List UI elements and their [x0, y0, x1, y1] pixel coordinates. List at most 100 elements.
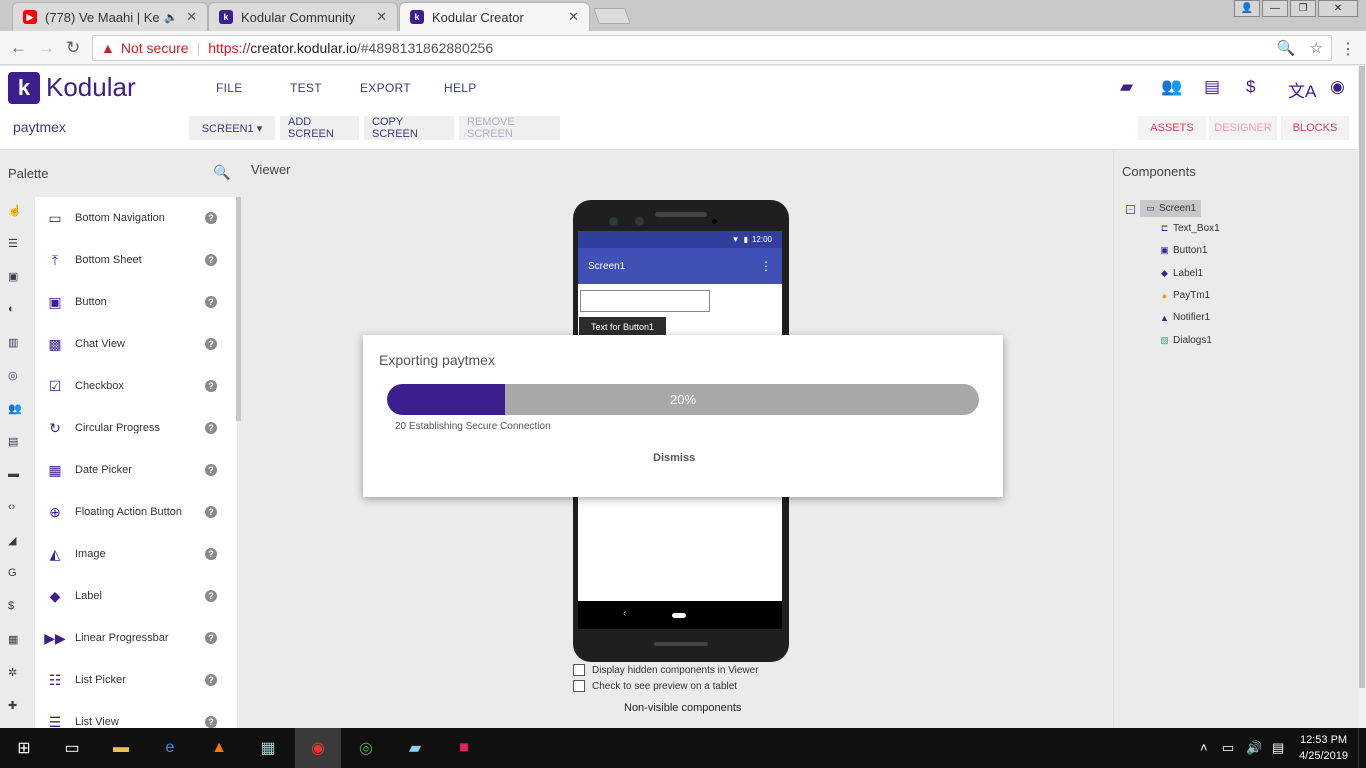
screen-select-dropdown[interactable]: SCREEN1 ▾ [189, 116, 275, 140]
experimental-category-icon[interactable]: ✲ [8, 666, 26, 699]
new-tab-button[interactable] [593, 8, 631, 24]
help-icon[interactable]: ? [205, 590, 217, 602]
palette-item-date-picker[interactable]: ▦ Date Picker? [35, 449, 237, 491]
browser-tab-kodular-creator[interactable]: k Kodular Creator ✕ [399, 2, 590, 31]
help-icon[interactable]: ? [205, 464, 217, 476]
notes-app-icon[interactable]: ▰ [403, 736, 427, 760]
input-indicator-icon[interactable]: ▤ [1272, 740, 1284, 756]
dynamic-category-icon[interactable]: ▦ [8, 633, 26, 666]
remove-screen-button[interactable]: REMOVE SCREEN [459, 116, 560, 140]
add-screen-button[interactable]: ADD SCREEN [280, 116, 359, 140]
help-icon[interactable]: ? [205, 296, 217, 308]
designer-button[interactable]: DESIGNER [1209, 116, 1277, 140]
palette-item-circular-progress[interactable]: ↻ Circular Progress? [35, 407, 237, 449]
copy-screen-button[interactable]: COPY SCREEN [364, 116, 454, 140]
dollar-icon[interactable]: $ [1246, 77, 1255, 97]
collapse-icon[interactable]: − [1126, 205, 1135, 214]
page-scrollbar-thumb[interactable] [1359, 66, 1365, 688]
vlc-icon[interactable]: ▲ [207, 736, 231, 760]
palette-item-chat-view[interactable]: ▩ Chat View? [35, 323, 237, 365]
tree-item-label1[interactable]: ◆ Label1 [1159, 268, 1203, 279]
windows-start-icon[interactable]: ⊞ [12, 736, 36, 760]
network-app-icon[interactable]: ▦ [256, 736, 280, 760]
close-window-icon[interactable]: ✕ [1318, 0, 1358, 17]
volume-icon[interactable]: 🔊 [1246, 740, 1262, 756]
edge-browser-icon[interactable]: e [158, 736, 182, 760]
rss-category-icon[interactable]: ◢ [8, 534, 26, 567]
media-category-icon[interactable]: ▣ [8, 270, 26, 303]
help-icon[interactable]: ? [205, 422, 217, 434]
network-icon[interactable]: ▭ [1222, 740, 1234, 756]
storage-category-icon[interactable]: ▤ [8, 435, 26, 468]
minimize-icon[interactable]: — [1262, 0, 1288, 17]
browser-menu-icon[interactable]: ⋮ [1340, 39, 1356, 59]
url-field[interactable]: ▲ Not secure | https://creator.kodular.i… [92, 35, 1332, 61]
layout-category-icon[interactable]: ☰ [8, 237, 26, 270]
help-icon[interactable]: ? [205, 548, 217, 560]
assets-button[interactable]: ASSETS [1138, 116, 1206, 140]
user-interface-category-icon[interactable]: ☝ [8, 204, 26, 237]
help-icon[interactable]: ? [205, 674, 217, 686]
projects-folder-icon[interactable]: ▰ [1120, 77, 1133, 97]
show-hidden-icons[interactable]: ˄ [1200, 740, 1208, 755]
palette-scrollbar[interactable] [236, 197, 241, 421]
help-icon[interactable]: ? [205, 632, 217, 644]
palette-item-list-view[interactable]: ☰ List View? [35, 701, 237, 728]
tree-item-dialogs1[interactable]: ▨ Dialogs1 [1159, 335, 1212, 346]
kodular-logo-icon[interactable]: k [8, 72, 40, 104]
help-icon[interactable]: ? [205, 506, 217, 518]
social-category-icon[interactable]: 👥 [8, 402, 26, 435]
profile-icon[interactable]: 👤 [1234, 0, 1260, 17]
tree-item-screen1[interactable]: ▭ Screen1 [1140, 200, 1202, 217]
palette-item-bottom-navigation[interactable]: ▭ Bottom Navigation? [35, 197, 237, 239]
palette-item-label[interactable]: ◆ Label? [35, 575, 237, 617]
url-text[interactable]: https://creator.kodular.io/#489813186288… [208, 40, 493, 56]
tree-item-paytm1[interactable]: ● PayTm1 [1159, 290, 1210, 301]
tree-item-button1[interactable]: ▣ Button1 [1159, 245, 1207, 256]
display-hidden-checkbox[interactable] [573, 664, 585, 676]
close-tab-icon[interactable]: ✕ [568, 9, 579, 25]
tablet-preview-checkbox[interactable] [573, 680, 585, 692]
help-icon[interactable]: ? [205, 254, 217, 266]
app-logo-text[interactable]: Kodular [46, 72, 136, 103]
zoom-icon[interactable]: 🔍 [1277, 39, 1296, 57]
help-icon[interactable]: ? [205, 716, 217, 728]
help-icon[interactable]: ? [205, 338, 217, 350]
app-launcher-icon[interactable]: ◉ [306, 736, 330, 760]
page-scrollbar[interactable] [1358, 66, 1366, 728]
photo-app-icon[interactable]: ■ [452, 736, 476, 760]
browser-tab-youtube[interactable]: ▶ (778) Ve Maahi | Kesar 🔈 ✕ [12, 2, 208, 31]
tree-item-text-box1[interactable]: ⊏ Text_Box1 [1159, 223, 1220, 234]
monetization-category-icon[interactable]: $ [8, 600, 26, 633]
palette-item-linear-progressbar[interactable]: ▶▶ Linear Progressbar? [35, 617, 237, 659]
system-clock[interactable]: 12:53 PM 4/25/2019 [1299, 732, 1348, 764]
menu-file[interactable]: FILE [216, 81, 243, 95]
library-icon[interactable]: ▤ [1204, 77, 1220, 97]
sensors-category-icon[interactable]: ◎ [8, 369, 26, 402]
button1-preview[interactable]: Text for Button1 [579, 317, 666, 337]
palette-item-floating-action-button[interactable]: ⊕ Floating Action Button? [35, 491, 237, 533]
help-icon[interactable]: ? [205, 212, 217, 224]
not-secure-label[interactable]: Not secure [121, 40, 189, 56]
account-icon[interactable]: ◉ [1330, 77, 1345, 97]
close-tab-icon[interactable]: ✕ [376, 9, 387, 25]
chrome-icon[interactable]: ◎ [354, 736, 378, 760]
translate-icon[interactable]: 文A [1288, 77, 1316, 102]
bookmark-star-icon[interactable]: ☆ [1310, 39, 1323, 57]
palette-item-bottom-sheet[interactable]: ⤒ Bottom Sheet? [35, 239, 237, 281]
dismiss-button[interactable]: Dismiss [653, 452, 695, 464]
palette-item-checkbox[interactable]: ☑ Checkbox? [35, 365, 237, 407]
tree-item-notifier1[interactable]: ▲ Notifier1 [1159, 312, 1210, 323]
utilities-category-icon[interactable]: ▬ [8, 468, 26, 501]
maps-category-icon[interactable]: ▥ [8, 336, 26, 369]
back-icon[interactable]: ← [10, 38, 27, 58]
tablet-preview-option[interactable]: Check to see preview on a tablet [573, 680, 737, 692]
close-tab-icon[interactable]: ✕ [186, 9, 197, 25]
palette-item-button[interactable]: ▣ Button? [35, 281, 237, 323]
palette-item-image[interactable]: ◭ Image? [35, 533, 237, 575]
browser-tab-kodular-community[interactable]: k Kodular Community ✕ [208, 2, 398, 31]
text-box1-preview[interactable] [580, 290, 710, 312]
task-view-icon[interactable]: ▭ [60, 736, 84, 760]
palette-item-list-picker[interactable]: ☷ List Picker? [35, 659, 237, 701]
reload-icon[interactable]: ↻ [66, 38, 80, 58]
